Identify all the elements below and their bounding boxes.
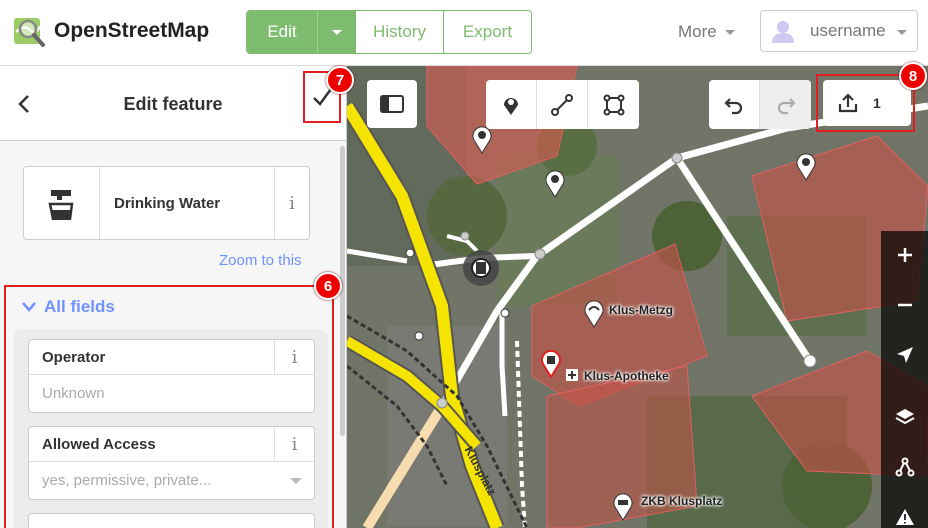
operator-field: Operator i Unknown — [28, 339, 315, 413]
map-data-icon — [895, 457, 914, 477]
more-label: More — [678, 22, 717, 41]
layers-icon — [895, 409, 914, 425]
butcher-pin-icon[interactable] — [583, 298, 605, 328]
callout-badge-6: 6 — [314, 272, 342, 300]
add-point-button[interactable] — [486, 80, 537, 129]
top-navigation: OpenStreetMap Edit History Export More u… — [0, 0, 928, 66]
undo-redo-tools — [709, 80, 811, 129]
save-count: 1 — [873, 95, 881, 111]
sidebar-header: Edit feature — [0, 66, 346, 141]
plus-icon — [897, 248, 912, 262]
field-label: Allowed Access i — [29, 427, 314, 462]
redo-icon — [777, 97, 796, 114]
history-button[interactable]: History — [355, 11, 443, 53]
minus-icon — [897, 303, 912, 307]
geolocate-button[interactable] — [881, 331, 928, 379]
preset-card[interactable]: Drinking Water i — [23, 166, 310, 240]
avatar-icon — [771, 19, 795, 43]
callout-badge-7: 7 — [326, 66, 354, 94]
chevron-down-icon — [331, 29, 342, 35]
osm-logo-icon — [12, 14, 46, 48]
redo-button[interactable] — [760, 80, 811, 129]
background-layers-button[interactable] — [881, 393, 928, 441]
undo-button[interactable] — [709, 80, 760, 129]
username: username — [810, 21, 886, 40]
chevron-down-icon — [897, 30, 907, 35]
poi-label-klus-apotheke[interactable]: Klus-Apotheke — [584, 369, 669, 383]
allowed-access-combo[interactable]: yes, permissive, private... — [29, 462, 314, 499]
field-info-button[interactable]: i — [274, 427, 314, 461]
warning-icon — [895, 509, 914, 525]
map-imagery — [347, 66, 928, 528]
zoom-out-button[interactable] — [881, 281, 928, 329]
all-fields-toggle[interactable]: All fields — [22, 297, 115, 317]
callout-badge-8: 8 — [899, 62, 927, 90]
edit-dropdown-button[interactable] — [317, 11, 355, 53]
field-info-button[interactable]: i — [274, 340, 314, 374]
preset-name: Drinking Water — [114, 194, 221, 212]
map-controls — [881, 231, 928, 528]
export-button[interactable]: Export — [443, 11, 531, 53]
chevron-down-icon — [290, 478, 302, 484]
edit-button-group: Edit History Export — [246, 10, 532, 54]
location-arrow-icon — [896, 347, 913, 363]
chevron-down-icon — [724, 29, 735, 35]
all-fields-section: All fields Operator i Unknown Allowed Ac… — [4, 285, 334, 528]
zoom-to-link[interactable]: Zoom to this — [219, 252, 302, 269]
edit-button[interactable]: Edit — [247, 11, 317, 53]
field-label: Operator i — [29, 340, 314, 375]
map-canvas[interactable]: Klus-Metzg Klus-Apotheke ZKB Klusplatz K… — [347, 66, 928, 528]
drinking-water-pin-icon[interactable] — [540, 348, 562, 378]
next-field — [28, 513, 315, 528]
sidebar-title: Edit feature — [123, 94, 223, 114]
add-line-button[interactable] — [537, 80, 588, 129]
sidebar-toggle-icon — [380, 95, 404, 113]
save-button[interactable]: 1 — [823, 80, 911, 126]
point-icon — [504, 97, 518, 115]
drinking-water-icon — [24, 167, 100, 239]
edit-sidebar: Edit feature Drinking Water i Zoom to th… — [0, 66, 347, 528]
bank-pin-icon[interactable] — [612, 491, 634, 521]
brand[interactable]: OpenStreetMap — [12, 14, 209, 48]
brand-name: OpenStreetMap — [54, 19, 210, 42]
pharmacy-icon[interactable] — [565, 368, 579, 382]
poi-pin-icon[interactable] — [795, 151, 817, 181]
poi-label-zkb[interactable]: ZKB Klusplatz — [641, 494, 722, 508]
area-icon — [603, 94, 624, 115]
draw-tools — [486, 80, 639, 129]
zoom-in-button[interactable] — [881, 231, 928, 279]
issues-button[interactable] — [881, 493, 928, 528]
more-menu[interactable]: More — [678, 22, 735, 42]
sidebar-toggle-button[interactable] — [367, 80, 417, 128]
upload-icon — [838, 93, 858, 113]
poi-label-klus-metzg[interactable]: Klus-Metzg — [609, 303, 673, 317]
fields-container: Operator i Unknown Allowed Access i yes,… — [14, 329, 328, 528]
poi-pin-icon[interactable] — [544, 168, 566, 198]
operator-input[interactable]: Unknown — [29, 375, 314, 412]
preset-info-button[interactable]: i — [274, 167, 309, 239]
chevron-down-icon — [22, 302, 36, 312]
add-area-button[interactable] — [588, 80, 639, 129]
undo-icon — [724, 97, 743, 114]
allowed-access-field: Allowed Access i yes, permissive, privat… — [28, 426, 315, 500]
user-menu[interactable]: username — [760, 10, 918, 52]
line-icon — [551, 93, 573, 116]
all-fields-label: All fields — [44, 297, 115, 316]
map-data-button[interactable] — [881, 443, 928, 491]
